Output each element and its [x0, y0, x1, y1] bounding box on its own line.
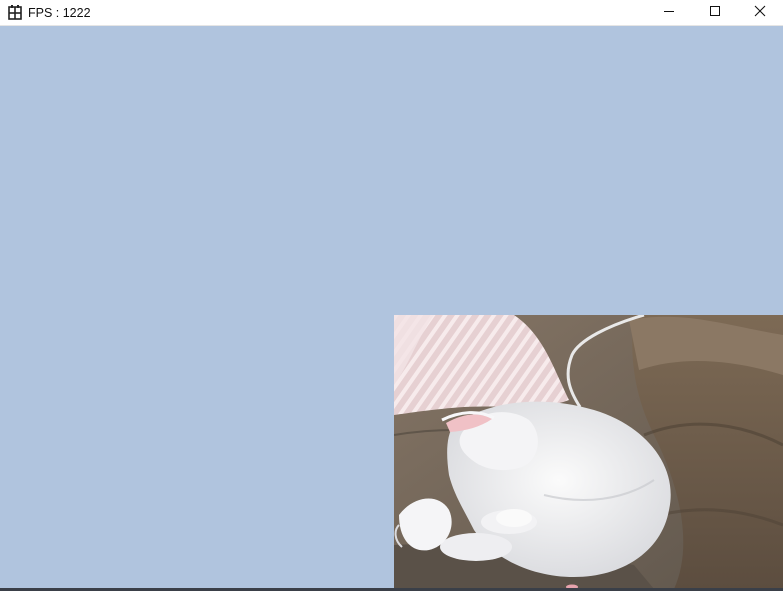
maximize-button[interactable] [692, 0, 737, 25]
maximize-icon [709, 4, 721, 22]
close-icon [754, 4, 766, 22]
title-bar[interactable]: FPS : 1222 [0, 0, 783, 26]
minimize-icon [663, 4, 675, 22]
window-title: FPS : 1222 [28, 6, 91, 20]
cat-sprite-image [394, 315, 783, 589]
close-button[interactable] [737, 0, 782, 25]
grid-app-icon [8, 5, 22, 20]
minimize-button[interactable] [646, 0, 691, 25]
